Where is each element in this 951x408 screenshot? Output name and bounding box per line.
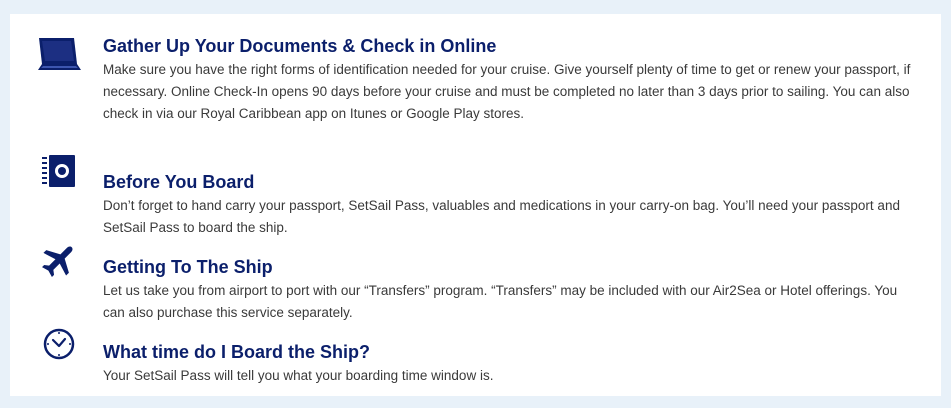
step-title: Getting To The Ship [103, 257, 273, 277]
checkin-steps-panel: Gather Up Your Documents & Check in Onli… [10, 14, 941, 396]
step-description: Make sure you have the right forms of id… [103, 62, 911, 121]
step-description: Let us take you from airport to port wit… [103, 283, 898, 320]
step-description: Your SetSail Pass will tell you what you… [103, 368, 494, 383]
step-title: Gather Up Your Documents & Check in Onli… [103, 36, 497, 56]
step-title: Before You Board [103, 172, 255, 192]
passport-icon [42, 155, 75, 187]
step-description: Don’t forget to hand carry your passport… [103, 198, 900, 235]
laptop-icon [38, 38, 81, 70]
step-title: What time do I Board the Ship? [103, 342, 370, 362]
clock-icon [43, 328, 75, 360]
airplane-icon [42, 246, 73, 277]
